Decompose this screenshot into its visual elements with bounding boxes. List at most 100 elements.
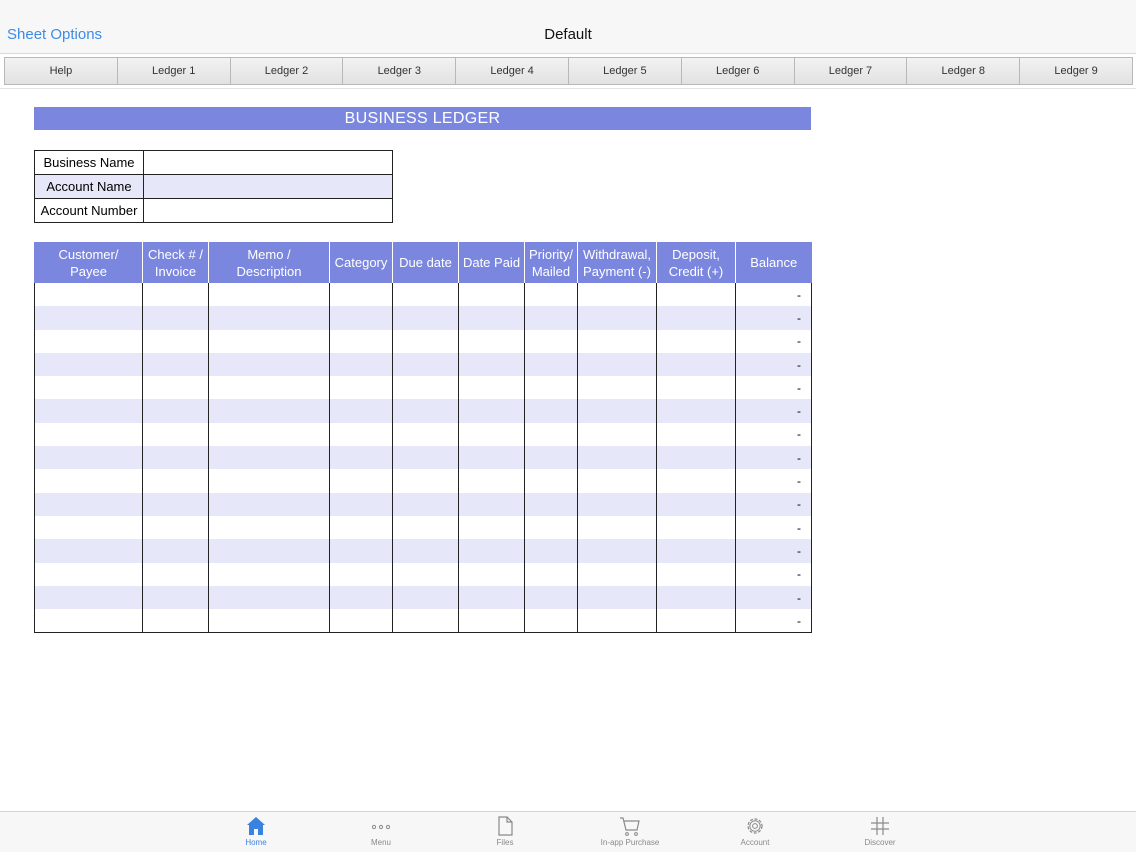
- table-cell[interactable]: [329, 562, 393, 586]
- table-cell[interactable]: [656, 446, 736, 470]
- tabbar-account[interactable]: Account: [705, 814, 805, 852]
- table-cell[interactable]: [392, 352, 459, 377]
- table-cell[interactable]: [208, 609, 330, 633]
- table-cell[interactable]: [656, 399, 736, 423]
- tab-ledger-9[interactable]: Ledger 9: [1019, 57, 1133, 85]
- table-cell[interactable]: [142, 399, 209, 423]
- tab-ledger-6[interactable]: Ledger 6: [680, 57, 795, 85]
- table-cell[interactable]: [656, 329, 736, 353]
- table-cell[interactable]: [524, 515, 578, 540]
- col-header-due-date[interactable]: Due date: [392, 242, 459, 283]
- table-cell[interactable]: [208, 446, 330, 470]
- table-cell[interactable]: [329, 329, 393, 353]
- balance-cell[interactable]: -: [735, 492, 812, 516]
- table-cell[interactable]: [34, 515, 143, 540]
- col-header-customer-payee[interactable]: Customer/Payee: [34, 242, 143, 283]
- table-cell[interactable]: [142, 585, 209, 610]
- col-header-check-invoice[interactable]: Check # / Invoice: [142, 242, 209, 283]
- table-cell[interactable]: [392, 585, 459, 610]
- table-cell[interactable]: [329, 585, 393, 610]
- table-cell[interactable]: [524, 446, 578, 470]
- balance-cell[interactable]: -: [735, 609, 812, 633]
- table-cell[interactable]: [392, 562, 459, 586]
- table-cell[interactable]: [392, 376, 459, 400]
- table-cell[interactable]: [34, 399, 143, 423]
- table-cell[interactable]: [524, 609, 578, 633]
- table-cell[interactable]: [458, 469, 525, 493]
- table-cell[interactable]: [142, 515, 209, 540]
- table-cell[interactable]: [458, 376, 525, 400]
- table-cell[interactable]: [524, 352, 578, 377]
- balance-cell[interactable]: -: [735, 399, 812, 423]
- table-cell[interactable]: [577, 399, 657, 423]
- table-cell[interactable]: [208, 492, 330, 516]
- table-cell[interactable]: [458, 492, 525, 516]
- table-cell[interactable]: [142, 446, 209, 470]
- table-cell[interactable]: [142, 352, 209, 377]
- tabbar-in-app-purchase[interactable]: In-app Purchase: [580, 814, 680, 852]
- table-cell[interactable]: [208, 283, 330, 307]
- balance-cell[interactable]: -: [735, 446, 812, 470]
- balance-cell[interactable]: -: [735, 306, 812, 330]
- col-header-memo-description[interactable]: Memo / Description: [208, 242, 330, 283]
- table-cell[interactable]: [208, 376, 330, 400]
- table-cell[interactable]: [458, 585, 525, 610]
- table-cell[interactable]: [329, 446, 393, 470]
- table-cell[interactable]: [524, 469, 578, 493]
- table-cell[interactable]: [656, 585, 736, 610]
- tabbar-files[interactable]: Files: [455, 814, 555, 852]
- table-cell[interactable]: [524, 585, 578, 610]
- table-cell[interactable]: [656, 515, 736, 540]
- table-cell[interactable]: [329, 283, 393, 307]
- table-cell[interactable]: [329, 539, 393, 563]
- col-header-deposit-credit[interactable]: Deposit, Credit (+): [656, 242, 736, 283]
- col-header-category[interactable]: Category: [329, 242, 393, 283]
- table-cell[interactable]: [329, 422, 393, 447]
- table-cell[interactable]: [392, 446, 459, 470]
- table-cell[interactable]: [524, 539, 578, 563]
- table-cell[interactable]: [208, 562, 330, 586]
- balance-cell[interactable]: -: [735, 422, 812, 447]
- table-cell[interactable]: [329, 492, 393, 516]
- table-cell[interactable]: [577, 539, 657, 563]
- balance-cell[interactable]: -: [735, 562, 812, 586]
- table-cell[interactable]: [392, 283, 459, 307]
- table-cell[interactable]: [524, 329, 578, 353]
- table-cell[interactable]: [656, 492, 736, 516]
- table-cell[interactable]: [577, 376, 657, 400]
- table-cell[interactable]: [577, 306, 657, 330]
- table-cell[interactable]: [142, 283, 209, 307]
- table-cell[interactable]: [458, 306, 525, 330]
- table-cell[interactable]: [208, 585, 330, 610]
- table-cell[interactable]: [656, 352, 736, 377]
- col-header-priority-mailed[interactable]: Priority/Mailed: [524, 242, 578, 283]
- table-cell[interactable]: [34, 422, 143, 447]
- tab-ledger-3[interactable]: Ledger 3: [342, 57, 457, 85]
- table-cell[interactable]: [577, 585, 657, 610]
- table-cell[interactable]: [577, 515, 657, 540]
- table-cell[interactable]: [577, 329, 657, 353]
- table-cell[interactable]: [524, 283, 578, 307]
- table-cell[interactable]: [329, 399, 393, 423]
- table-cell[interactable]: [142, 376, 209, 400]
- table-cell[interactable]: [458, 399, 525, 423]
- table-cell[interactable]: [524, 492, 578, 516]
- table-cell[interactable]: [524, 306, 578, 330]
- table-cell[interactable]: [656, 562, 736, 586]
- balance-cell[interactable]: -: [735, 283, 812, 307]
- table-cell[interactable]: [577, 283, 657, 307]
- table-cell[interactable]: [577, 422, 657, 447]
- table-cell[interactable]: [208, 329, 330, 353]
- table-cell[interactable]: [208, 539, 330, 563]
- tab-ledger-4[interactable]: Ledger 4: [455, 57, 569, 85]
- tab-help[interactable]: Help: [4, 57, 118, 85]
- table-cell[interactable]: [392, 515, 459, 540]
- table-cell[interactable]: [392, 609, 459, 633]
- table-cell[interactable]: [392, 492, 459, 516]
- table-cell[interactable]: [577, 469, 657, 493]
- table-cell[interactable]: [329, 376, 393, 400]
- table-cell[interactable]: [142, 539, 209, 563]
- table-cell[interactable]: [34, 306, 143, 330]
- table-cell[interactable]: [524, 562, 578, 586]
- sheet-options-button[interactable]: Sheet Options: [7, 26, 102, 43]
